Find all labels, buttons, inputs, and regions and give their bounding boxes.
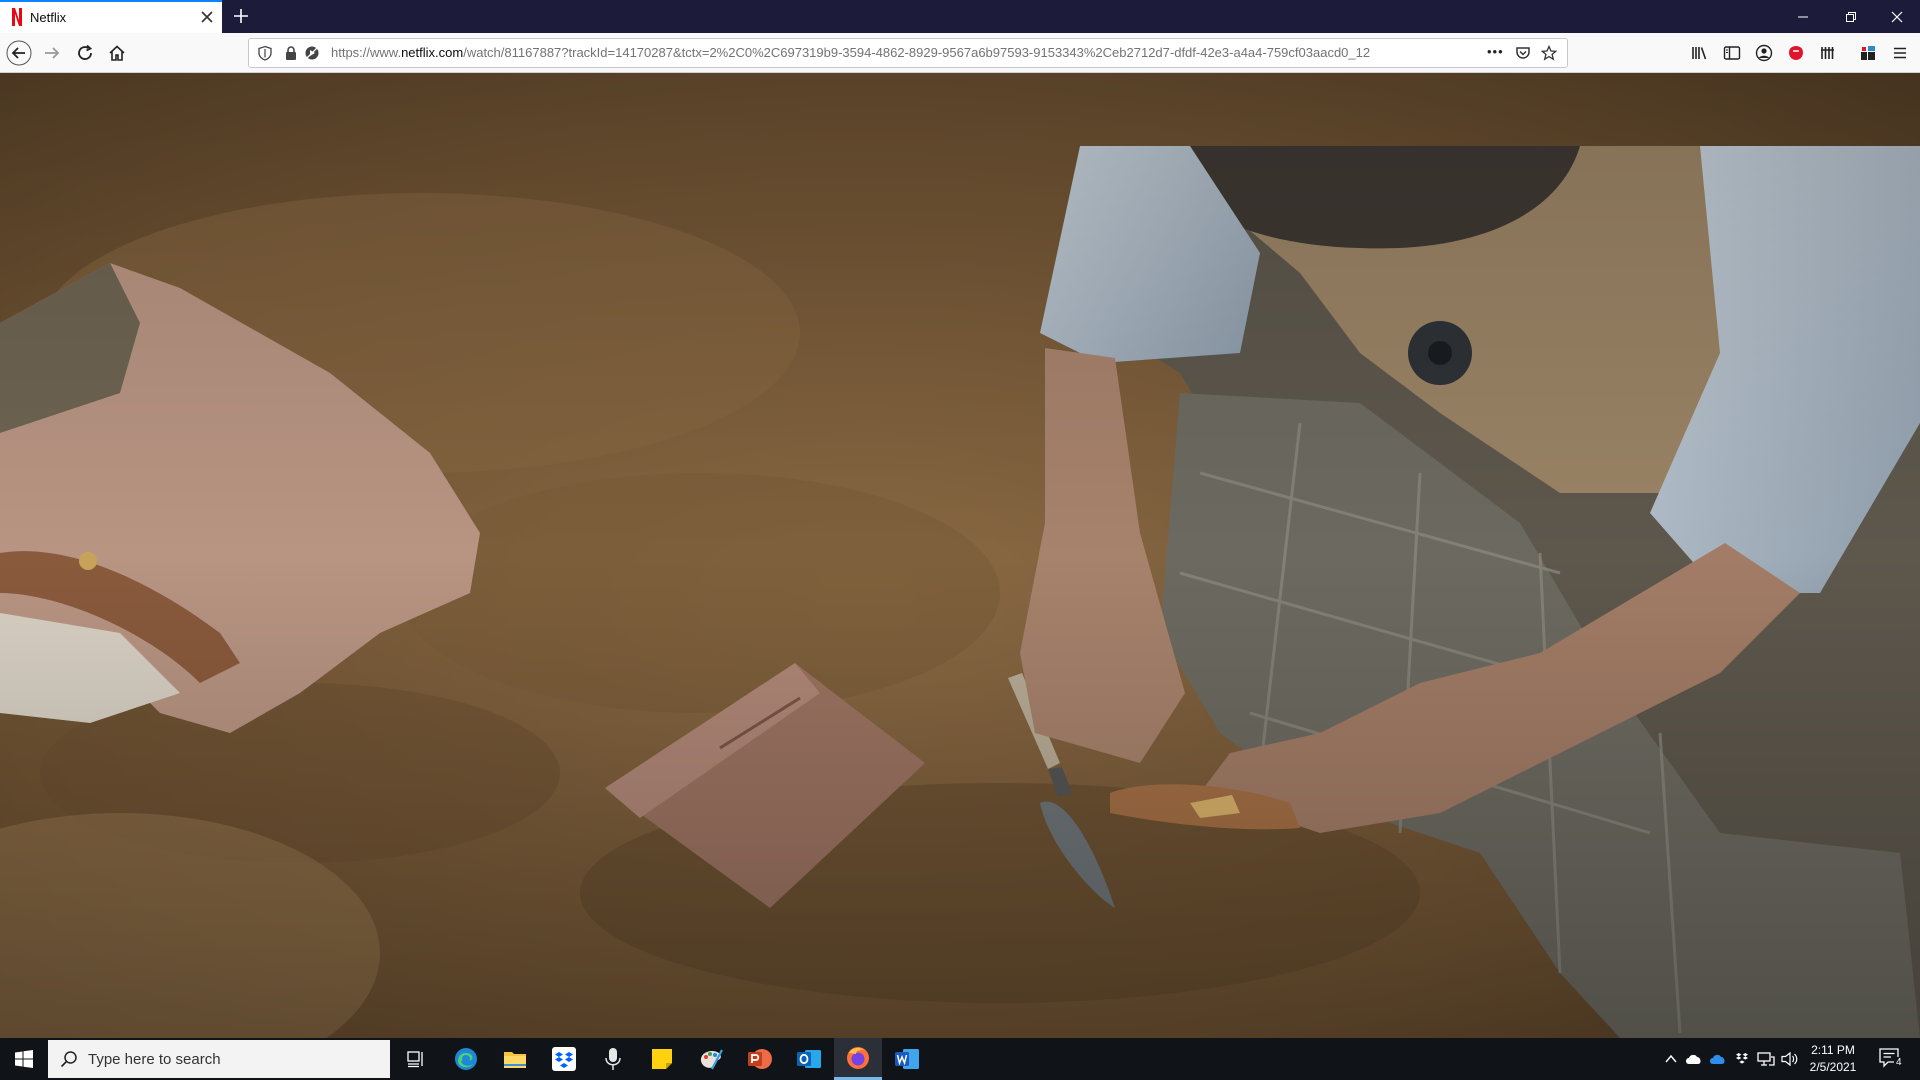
dropbox-tray[interactable] [1733,1050,1751,1068]
taskbar-powerpoint[interactable] [736,1038,784,1080]
account-icon [1755,44,1773,62]
notification-count-badge: 4 [1894,1057,1904,1069]
taskbar-search-box[interactable]: Type here to search [48,1040,390,1078]
microphone-icon [605,1048,621,1070]
windows-taskbar: Type here to search 2:11 PM 2/5/2021 4 [0,1038,1920,1080]
netflix-logo-icon [12,8,22,26]
search-icon [60,1051,77,1068]
chevron-up-icon [1665,1054,1677,1063]
video-player[interactable] [0,73,1920,1038]
navigation-toolbar: https://www.netflix.com/watch/81167887?t… [0,33,1920,73]
action-center-button[interactable]: 4 [1878,1046,1908,1072]
tab-netflix[interactable]: Netflix [0,0,222,33]
search-placeholder: Type here to search [88,1051,221,1068]
task-view-icon [407,1051,423,1068]
back-arrow-icon [6,40,32,66]
video-frame [0,73,1920,1038]
dropbox-icon [552,1047,576,1071]
lock-icon[interactable] [283,45,299,61]
task-view-button[interactable] [392,1038,440,1080]
taskbar-dropbox[interactable] [540,1038,588,1080]
minimize-button[interactable] [1780,0,1826,33]
onedrive-business-tray[interactable] [1709,1050,1727,1068]
back-button[interactable] [5,39,33,67]
outlook-icon [797,1050,821,1068]
start-button[interactable] [0,1038,48,1080]
windows-logo-icon [15,1050,33,1068]
bar-grid-icon [1821,47,1834,59]
taskbar-clock[interactable]: 2:11 PM 2/5/2021 [1790,1042,1876,1076]
tab-title: Netflix [30,10,67,25]
show-hidden-icons-button[interactable] [1662,1050,1680,1068]
minimize-icon [1798,16,1808,17]
edge-browser-icon [455,1048,477,1070]
taskbar-voice-recorder[interactable] [589,1038,637,1080]
page-actions-button[interactable]: ••• [1487,44,1504,59]
account-button[interactable] [1754,43,1774,63]
sticky-note-icon [652,1049,672,1069]
home-button[interactable] [103,39,131,67]
reload-icon [78,44,93,60]
taskbar-file-explorer[interactable] [491,1038,539,1080]
sidebar-icon [1723,46,1741,60]
firefox-icon [847,1046,869,1069]
taskbar-edge[interactable] [442,1038,490,1080]
restore-button[interactable] [1828,0,1874,33]
taskbar-firefox[interactable] [834,1038,882,1080]
close-icon [1891,11,1903,22]
library-icon [1692,47,1707,60]
network-tray[interactable] [1757,1050,1775,1068]
cloud-white-icon [1686,1054,1701,1064]
clock-date: 2/5/2021 [1809,1060,1857,1074]
close-window-button[interactable] [1874,0,1920,33]
library-button[interactable] [1690,43,1710,63]
paint-palette-icon [700,1049,723,1070]
autoplay-permission-icon[interactable] [304,45,320,61]
taskbar-sticky-notes[interactable] [638,1038,686,1080]
new-tab-icon[interactable] [232,7,250,25]
close-tab-icon[interactable] [200,10,214,24]
ublock-red-icon [1789,46,1803,60]
open-menu-button[interactable] [1890,43,1910,63]
word-icon [895,1049,919,1069]
reload-button[interactable] [71,39,99,67]
powerpoint-icon [748,1049,772,1069]
tracking-protection-shield-icon[interactable] [257,45,273,61]
forward-arrow-icon [45,47,60,59]
network-icon [1757,1052,1775,1066]
home-icon [109,45,125,61]
clock-time: 2:11 PM [1811,1043,1855,1057]
taskbar-word[interactable] [883,1038,931,1080]
extension-grid-button[interactable] [1818,43,1838,63]
dropbox-tray-icon [1736,1053,1748,1064]
pocket-icon[interactable] [1515,45,1531,61]
restore-icon [1846,11,1856,22]
hamburger-menu-icon [1894,47,1906,59]
tab-bar: Netflix [0,0,1920,33]
sidebar-button[interactable] [1722,43,1742,63]
extension-red-button[interactable] [1786,43,1806,63]
cloud-blue-icon [1710,1054,1725,1064]
extensions-button[interactable] [1858,43,1878,63]
url-text[interactable]: https://www.netflix.com/watch/81167887?t… [331,45,1471,60]
bookmark-star-icon[interactable] [1541,45,1557,61]
address-bar[interactable]: https://www.netflix.com/watch/81167887?t… [248,38,1568,68]
onedrive-personal-tray[interactable] [1685,1050,1703,1068]
taskbar-outlook[interactable] [785,1038,833,1080]
taskbar-paint[interactable] [687,1038,735,1080]
forward-button[interactable] [38,39,66,67]
folder-icon [504,1052,526,1068]
puzzle-extensions-icon [1861,46,1875,60]
